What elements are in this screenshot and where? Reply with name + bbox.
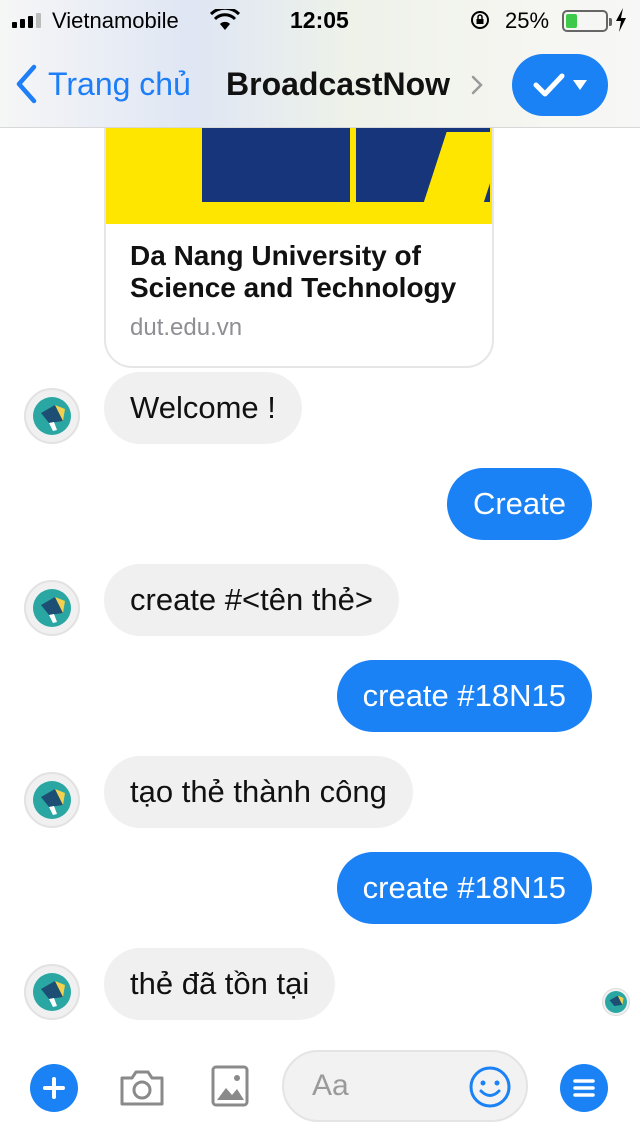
clock: 12:05	[290, 7, 349, 33]
chevron-left-icon	[16, 64, 37, 104]
message-bubble-incoming: create #<tên thẻ>	[104, 564, 400, 636]
menu-icon	[573, 1079, 595, 1097]
bot-avatar[interactable]	[24, 772, 80, 828]
back-button[interactable]: Trang chủ	[14, 62, 191, 106]
orientation-lock-icon	[471, 11, 489, 29]
conversation-title[interactable]: BroadcastNow	[226, 66, 450, 103]
dropdown-arrow-icon	[573, 80, 587, 90]
card-domain: dut.edu.vn	[130, 314, 243, 341]
card-title: Da Nang University of Science and Techno…	[130, 240, 457, 303]
megaphone-logo-icon	[33, 973, 71, 1011]
top-bar: Vietnamobile 12:05 25% Trang chủ Broadca…	[0, 0, 640, 128]
bot-avatar[interactable]	[24, 580, 80, 636]
image-icon[interactable]	[210, 1064, 250, 1108]
message-input-field[interactable]	[282, 1050, 528, 1122]
chevron-right-icon[interactable]	[470, 74, 484, 96]
wifi-icon	[210, 9, 240, 30]
emoji-icon[interactable]	[468, 1065, 512, 1109]
camera-icon[interactable]	[118, 1066, 166, 1108]
battery-icon	[562, 10, 612, 32]
link-preview-card[interactable]: Da Nang University of Science and Techno…	[104, 100, 494, 368]
add-button[interactable]	[30, 1064, 78, 1112]
message-input[interactable]	[284, 1069, 464, 1103]
message-bubble-outgoing: create #18N15	[336, 852, 592, 924]
seen-indicator-avatar	[602, 988, 630, 1016]
megaphone-logo-icon	[33, 397, 71, 435]
check-dropdown-button[interactable]	[512, 54, 608, 116]
bot-avatar[interactable]	[24, 388, 80, 444]
megaphone-logo-icon	[33, 781, 71, 819]
message-bubble-outgoing: Create	[446, 468, 592, 540]
navigation-bar: Trang chủ BroadcastNow	[0, 40, 640, 128]
menu-button[interactable]	[560, 1064, 608, 1112]
back-label: Trang chủ	[48, 65, 191, 102]
message-composer	[0, 1040, 640, 1136]
charging-bolt-icon	[616, 8, 626, 32]
plus-icon	[43, 1077, 65, 1099]
signal-icon	[12, 12, 41, 28]
status-bar: Vietnamobile 12:05 25%	[0, 0, 640, 40]
bot-avatar[interactable]	[24, 964, 80, 1020]
message-bubble-incoming: tạo thẻ thành công	[104, 756, 413, 828]
battery-percent: 25%	[505, 8, 550, 33]
megaphone-logo-icon	[605, 991, 627, 1013]
message-bubble-incoming: thẻ đã tồn tại	[104, 948, 336, 1020]
carrier-name: Vietnamobile	[52, 8, 179, 33]
checkmark-icon	[533, 73, 565, 97]
megaphone-logo-icon	[33, 589, 71, 627]
message-bubble-incoming: Welcome !	[104, 372, 302, 444]
message-bubble-outgoing: create #18N15	[336, 660, 592, 732]
